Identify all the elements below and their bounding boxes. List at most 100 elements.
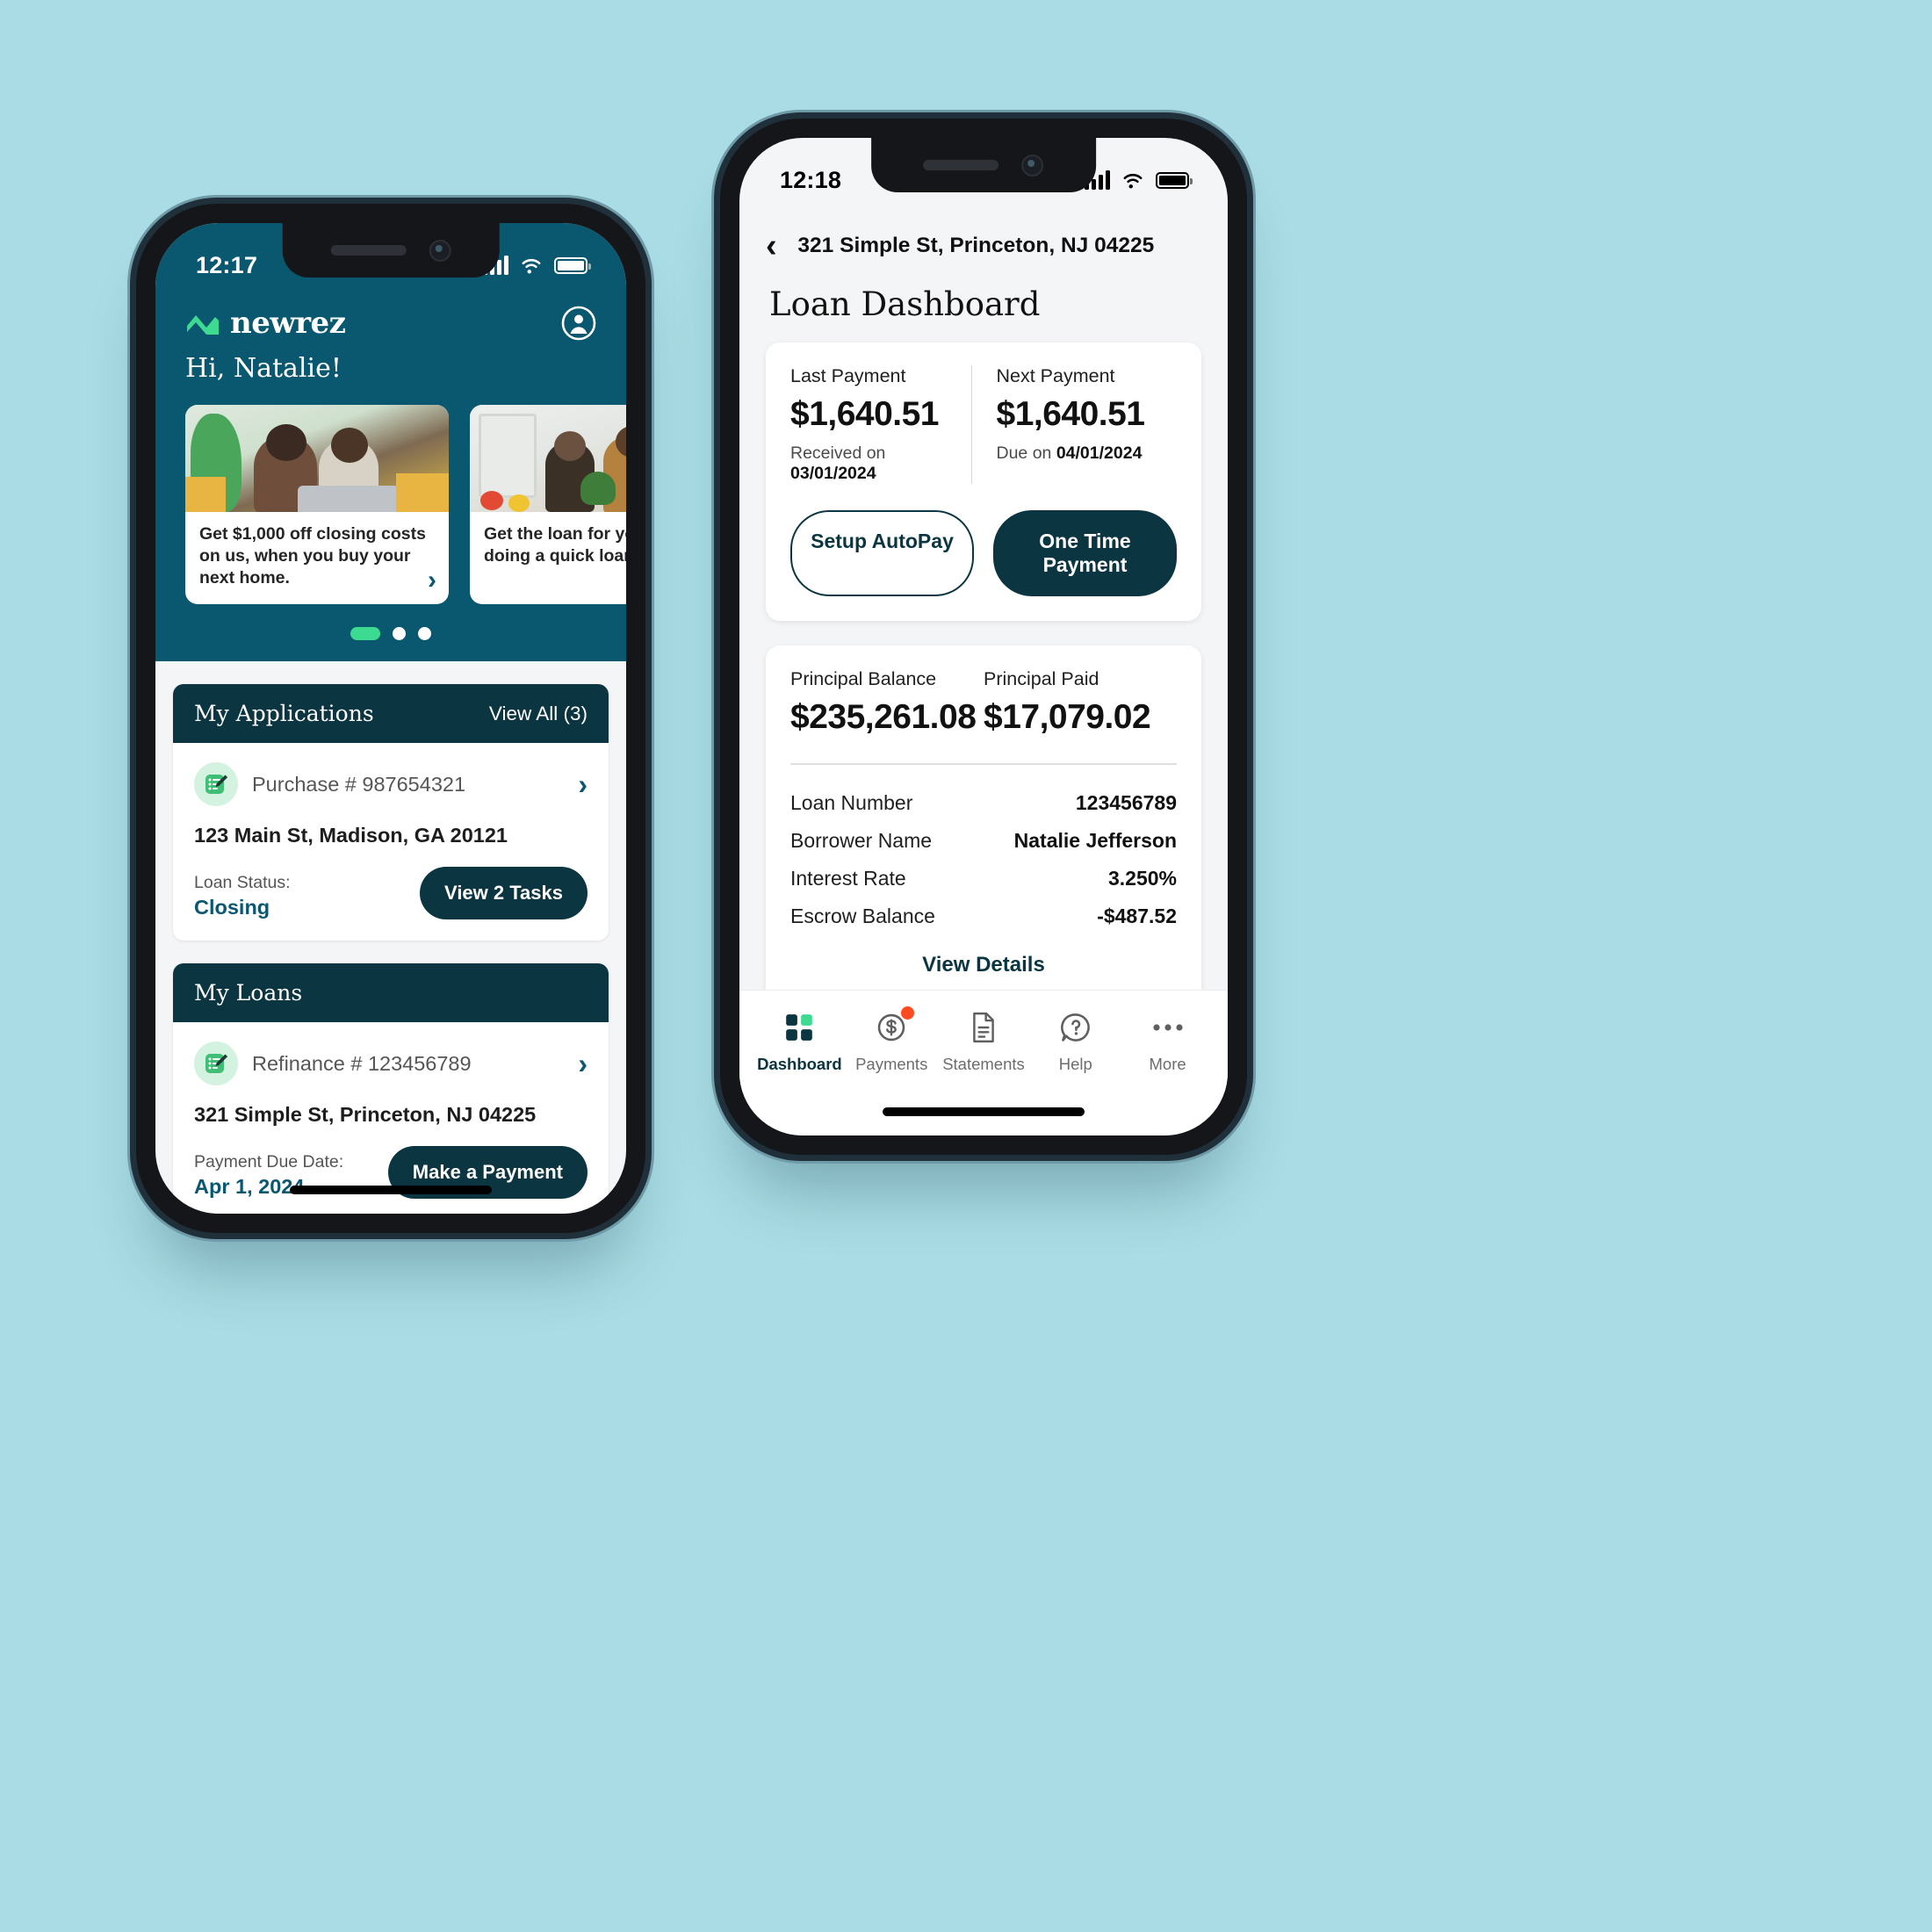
applications-view-all[interactable]: View All (3) (489, 703, 588, 725)
promo-card[interactable]: Get the loan for your by doing a quick l… (470, 405, 626, 604)
detail-key: Escrow Balance (790, 904, 935, 927)
dollar-circle-icon (846, 1006, 938, 1047)
detail-row: Loan Number 123456789 (790, 784, 1177, 822)
phone-right: 12:18 ‹ 321 Simple St, Princeton, NJ 042… (720, 119, 1247, 1155)
carousel-dot[interactable] (418, 627, 431, 640)
tab-label: Help (1058, 1055, 1092, 1073)
left-header: 12:17 newrez Hi, Natalie! Get $1,000 off… (155, 223, 626, 661)
view-tasks-button[interactable]: View 2 Tasks (420, 867, 588, 919)
principal-paid-value: $17,079.02 (984, 698, 1151, 736)
chevron-right-icon[interactable]: › (578, 770, 588, 798)
next-payment-date-row: Due on 04/01/2024 (997, 443, 1178, 464)
carousel-dot-active[interactable] (350, 627, 380, 640)
application-item[interactable]: Purchase # 987654321 › 123 Main St, Madi… (173, 743, 609, 941)
detail-key: Loan Number (790, 790, 913, 814)
next-payment-date-prefix: Due on (996, 443, 1056, 463)
tab-help[interactable]: Help (1029, 1008, 1121, 1074)
applications-title: My Applications (194, 701, 374, 726)
phone-left: 12:17 newrez Hi, Natalie! Get $1,000 off… (136, 204, 645, 1233)
wifi-icon (522, 258, 541, 274)
next-payment-col: Next Payment $1,640.51 Due on 04/01/2024 (970, 365, 1178, 484)
detail-value: 3.250% (1107, 866, 1177, 890)
wifi-icon (1123, 173, 1143, 189)
nav-bar: ‹ 321 Simple St, Princeton, NJ 04225 (739, 206, 1228, 271)
loans-title: My Loans (194, 980, 303, 1006)
last-payment-col: Last Payment $1,640.51 Received on 03/01… (790, 365, 971, 484)
application-document-icon (194, 762, 238, 806)
application-document-icon (194, 1042, 238, 1085)
application-item-top: Purchase # 987654321 › (194, 762, 588, 806)
speaker-grille (923, 160, 999, 170)
application-loan-number: Purchase # 987654321 (252, 772, 466, 796)
promo-card[interactable]: Get $1,000 off closing costs on us, when… (185, 405, 449, 604)
loan-details-card: Principal Balance $235,261.08 Principal … (766, 645, 1201, 1002)
my-applications-section: My Applications View All (3) Purchase # … (173, 684, 609, 941)
detail-row: Borrower Name Natalie Jefferson (790, 822, 1177, 860)
principal-balance-label: Principal Balance (790, 668, 937, 689)
principal-balance-value: $235,261.08 (790, 698, 977, 736)
divider (790, 763, 1177, 765)
promo-image (470, 405, 626, 512)
loan-status-value: Closing (194, 896, 270, 919)
left-content: My Applications View All (3) Purchase # … (155, 661, 626, 1214)
payment-summary-card: Last Payment $1,640.51 Received on 03/01… (766, 342, 1201, 621)
newrez-logo: newrez (185, 306, 346, 341)
carousel-dots[interactable] (155, 604, 626, 661)
tab-dashboard[interactable]: Dashboard (753, 1008, 846, 1074)
promo-text: Get the loan for your by doing a quick l… (484, 524, 626, 566)
tab-payments[interactable]: Payments (846, 1006, 938, 1074)
detail-row: Interest Rate 3.250% (790, 860, 1177, 898)
payment-columns: Last Payment $1,640.51 Received on 03/01… (790, 365, 1177, 484)
setup-autopay-button[interactable]: Setup AutoPay (790, 510, 974, 596)
battery-icon (554, 256, 591, 274)
loan-status-label: Loan Status: (194, 873, 291, 892)
promo-carousel[interactable]: Get $1,000 off closing costs on us, when… (155, 384, 626, 604)
newrez-wordmark: newrez (230, 306, 346, 341)
detail-row: Escrow Balance -$487.52 (790, 898, 1177, 935)
tab-label: Dashboard (757, 1055, 842, 1073)
chevron-right-icon[interactable]: › (428, 567, 436, 594)
view-details-link[interactable]: View Details (790, 953, 1177, 977)
tab-label: More (1149, 1055, 1186, 1073)
next-payment-label: Next Payment (996, 365, 1115, 386)
front-camera (1021, 154, 1044, 177)
loan-address: 321 Simple St, Princeton, NJ 04225 (194, 1103, 537, 1126)
right-screen: 12:18 ‹ 321 Simple St, Princeton, NJ 042… (739, 138, 1228, 1135)
tab-more[interactable]: More (1121, 1008, 1214, 1074)
my-loans-section: My Loans Refinance # 123456789 › 321 Sim… (173, 963, 609, 1214)
grid-squares-icon (753, 1008, 846, 1047)
detail-key: Interest Rate (790, 866, 906, 890)
last-payment-date-prefix: Received on (790, 443, 886, 463)
detail-value: 123456789 (1075, 790, 1177, 814)
front-camera (429, 239, 451, 262)
detail-key: Borrower Name (790, 828, 933, 852)
tab-statements[interactable]: Statements (938, 1008, 1030, 1074)
last-payment-amount: $1,640.51 (790, 395, 940, 433)
promo-text-wrap: Get the loan for your by doing a quick l… (470, 512, 626, 604)
right-status-time: 12:18 (780, 166, 842, 193)
promo-text: Get $1,000 off closing costs on us, when… (199, 524, 426, 588)
one-time-payment-button[interactable]: One Time Payment (993, 510, 1177, 596)
home-indicator (883, 1107, 1085, 1116)
detail-value: -$487.52 (1097, 904, 1177, 927)
right-content: Last Payment $1,640.51 Received on 03/01… (739, 323, 1228, 1002)
question-bubble-icon (1029, 1008, 1121, 1047)
next-payment-amount: $1,640.51 (996, 395, 1146, 433)
notification-badge (901, 1006, 915, 1020)
account-circle-icon[interactable] (561, 306, 596, 341)
application-footer: Loan Status: Closing View 2 Tasks (194, 867, 588, 919)
principal-paid-col: Principal Paid $17,079.02 (984, 668, 1177, 737)
promo-image (185, 405, 449, 512)
detail-value: Natalie Jefferson (1013, 828, 1177, 852)
chevron-right-icon[interactable]: › (578, 1049, 588, 1078)
tab-label: Statements (942, 1055, 1025, 1073)
home-indicator (290, 1186, 492, 1194)
principal-paid-label: Principal Paid (984, 668, 1099, 689)
chevron-left-icon[interactable]: ‹ (766, 229, 777, 263)
application-address: 123 Main St, Madison, GA 20121 (194, 824, 508, 847)
speaker-grille (330, 245, 407, 256)
carousel-dot[interactable] (393, 627, 406, 640)
notch (282, 223, 500, 278)
next-payment-date: 04/01/2024 (1056, 443, 1143, 463)
loan-item-top: Refinance # 123456789 › (194, 1042, 588, 1085)
